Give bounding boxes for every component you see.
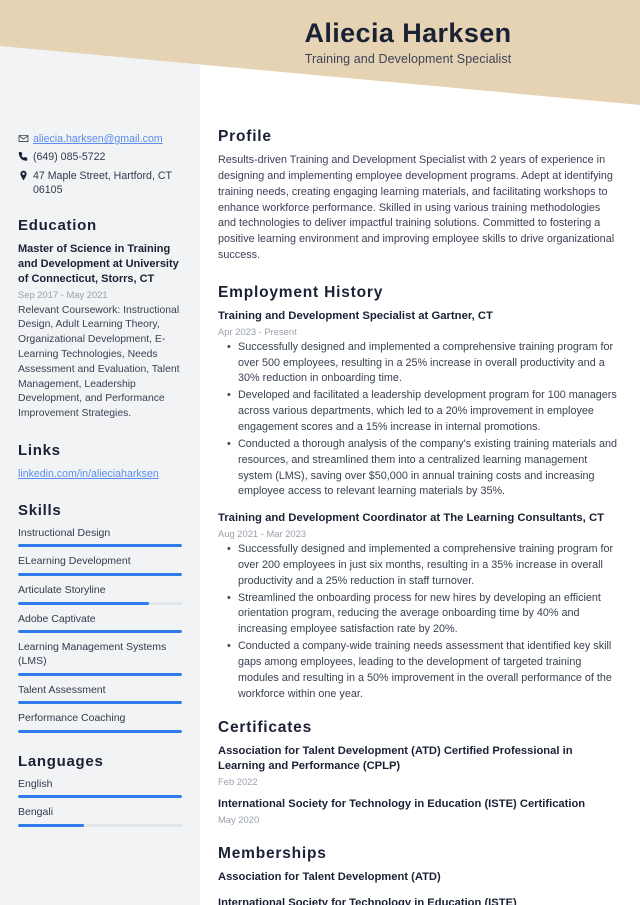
- language-label: Bengali: [18, 806, 54, 819]
- list-item: ELearning Development: [18, 555, 182, 576]
- skill-bar-fill: [18, 601, 150, 605]
- certificate-entry: Association for Talent Development (ATD)…: [218, 744, 618, 787]
- education-date: Sep 2017 - May 2021: [18, 288, 108, 300]
- education-degree: Master of Science in Training and Develo…: [18, 243, 179, 285]
- certificate-title: International Society for Technology in …: [218, 797, 586, 810]
- certificates-heading: Certificates: [218, 718, 313, 736]
- skill-bar-track: [18, 630, 182, 634]
- job-bullets: Successfully designed and implemented a …: [218, 542, 618, 703]
- section-certificates: Certificates Association for Talent Deve…: [218, 719, 618, 825]
- envelope-icon: [18, 132, 33, 144]
- memberships-heading: Memberships: [218, 844, 327, 862]
- job-entry: Training and Development Specialist at G…: [218, 309, 618, 500]
- certificate-date: May 2020: [218, 813, 260, 825]
- profile-text: Results-driven Training and Development …: [218, 154, 615, 262]
- linkedin-link[interactable]: linkedin.com/in/alieciaharksen: [18, 468, 159, 480]
- header-text-block: Aliecia Harksen Training and Development…: [198, 18, 618, 66]
- employment-heading: Employment History: [218, 284, 384, 302]
- list-item: Successfully designed and implemented a …: [227, 542, 618, 590]
- list-item: Instructional Design: [18, 527, 182, 548]
- skill-bar-track: [18, 729, 182, 733]
- education-heading: Education: [18, 217, 97, 235]
- language-bar-track: [18, 824, 182, 828]
- list-item: Adobe Captivate: [18, 613, 182, 634]
- sidebar-section-links: Links linkedin.com/in/alieciaharksen: [18, 442, 182, 482]
- skill-bar-fill: [18, 544, 182, 548]
- list-item: Learning Management Systems (LMS): [18, 641, 182, 676]
- skill-bar-track: [18, 544, 182, 548]
- page-title: Aliecia Harksen: [304, 18, 512, 48]
- sidebar-section-skills: Skills Instructional Design ELearning De…: [18, 502, 182, 733]
- section-employment-history: Employment History Training and Developm…: [218, 284, 618, 703]
- skills-heading: Skills: [18, 501, 62, 519]
- list-item: Bengali: [18, 806, 182, 828]
- list-item: International Society for Technology in …: [218, 896, 517, 905]
- skill-bar-fill: [18, 572, 182, 576]
- profile-heading: Profile: [218, 128, 272, 145]
- resume-page: Aliecia Harksen Training and Development…: [0, 0, 640, 905]
- skill-bar-track: [18, 672, 182, 676]
- email-link[interactable]: aliecia.harksen@gmail.com: [33, 133, 163, 145]
- skill-bar-track: [18, 601, 182, 605]
- list-item: Association for Talent Development (ATD): [218, 870, 441, 883]
- skill-bar-track: [18, 572, 182, 576]
- education-description: Relevant Coursework: Instructional Desig…: [18, 304, 180, 420]
- sidebar-section-languages: Languages English Bengali: [18, 752, 182, 828]
- list-item: linkedin.com/in/alieciaharksen: [18, 467, 182, 482]
- skill-label: Talent Assessment: [18, 683, 106, 696]
- contact-email-text: aliecia.harksen@gmail.com: [33, 132, 182, 146]
- job-bullets: Successfully designed and implemented a …: [218, 340, 618, 501]
- list-item: Developed and facilitated a leadership d…: [227, 388, 618, 436]
- contact-email: aliecia.harksen@gmail.com: [18, 132, 182, 146]
- job-date: Aug 2021 - Mar 2023: [218, 527, 307, 539]
- skill-bar-fill: [18, 701, 182, 705]
- phone-icon: [18, 150, 33, 162]
- languages-heading: Languages: [18, 752, 104, 770]
- list-item: Talent Assessment: [18, 684, 182, 705]
- list-item: English: [18, 778, 182, 799]
- list-item: Streamlined the onboarding process for n…: [227, 591, 618, 639]
- skill-label: Adobe Captivate: [18, 612, 96, 625]
- skill-label: ELearning Development: [18, 555, 131, 568]
- language-bar-fill: [18, 824, 84, 828]
- skill-label: Learning Management Systems (LMS): [18, 641, 167, 667]
- contact-phone-text: (649) 085-5722: [33, 151, 106, 164]
- job-date: Apr 2023 - Present: [218, 325, 297, 337]
- list-item: Performance Coaching: [18, 712, 182, 733]
- sidebar-content: aliecia.harksen@gmail.com (649) 085-5722: [0, 132, 200, 835]
- language-bar-track: [18, 795, 182, 799]
- certificate-title: Association for Talent Development (ATD)…: [218, 744, 573, 772]
- contact-address-text: 47 Maple Street, Hartford, CT 06105: [33, 169, 172, 196]
- language-label: English: [18, 777, 53, 790]
- section-memberships: Memberships Association for Talent Devel…: [218, 845, 618, 905]
- map-pin-icon: [18, 169, 33, 181]
- education-entry: Master of Science in Training and Develo…: [18, 242, 182, 422]
- list-item: Articulate Storyline: [18, 584, 182, 605]
- contact-address: 47 Maple Street, Hartford, CT 06105: [18, 169, 182, 198]
- job-entry: Training and Development Coordinator at …: [218, 511, 618, 702]
- list-item: Conducted a thorough analysis of the com…: [227, 437, 618, 500]
- skill-label: Instructional Design: [18, 526, 111, 539]
- links-heading: Links: [18, 441, 61, 459]
- list-item: Conducted a company-wide training needs …: [227, 639, 618, 702]
- list-item: Successfully designed and implemented a …: [227, 340, 618, 388]
- certificate-date: Feb 2022: [218, 775, 258, 787]
- language-bar-fill: [18, 795, 182, 799]
- sidebar-section-education: Education Master of Science in Training …: [18, 217, 182, 422]
- certificate-entry: International Society for Technology in …: [218, 797, 618, 825]
- job-title: Training and Development Coordinator at …: [218, 512, 605, 525]
- skill-label: Performance Coaching: [18, 712, 126, 725]
- section-profile: Profile Results-driven Training and Deve…: [218, 128, 618, 264]
- contact-phone: (649) 085-5722: [18, 150, 182, 164]
- main-content: Profile Results-driven Training and Deve…: [200, 0, 640, 905]
- skill-bar-fill: [18, 630, 182, 634]
- job-title: Training and Development Specialist at G…: [218, 310, 493, 323]
- contact-list: aliecia.harksen@gmail.com (649) 085-5722: [18, 132, 182, 197]
- skill-bar-fill: [18, 729, 182, 733]
- skill-bar-fill: [18, 672, 182, 676]
- skill-label: Articulate Storyline: [18, 583, 106, 596]
- header-subtitle: Training and Development Specialist: [304, 52, 512, 67]
- skill-bar-track: [18, 701, 182, 705]
